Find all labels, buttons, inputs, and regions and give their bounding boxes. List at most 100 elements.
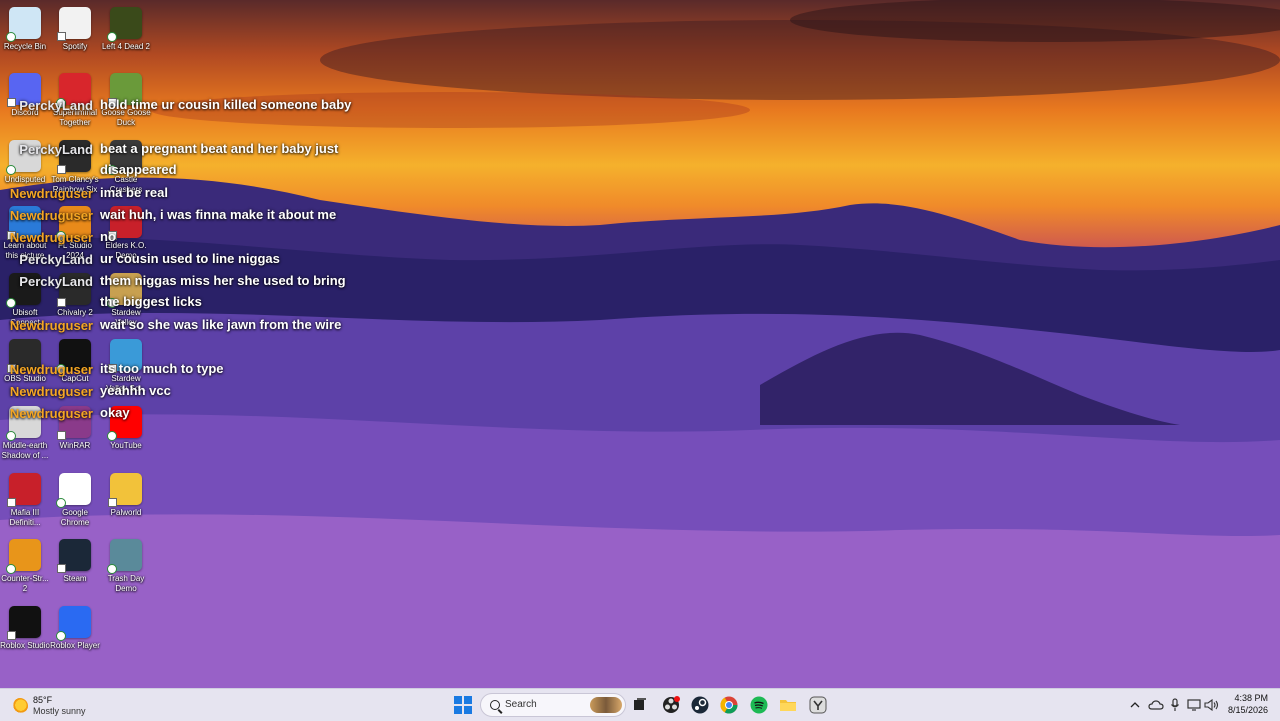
desktop-shortcut[interactable]: Mafia III Definiti...: [0, 470, 50, 528]
weather-condition: Mostly sunny: [33, 706, 86, 716]
taskbar-clock[interactable]: 4:38 PM 8/15/2026: [1228, 692, 1268, 716]
steam-icon: [57, 539, 91, 573]
chat-message: Newdruguser okay: [0, 402, 360, 424]
sync-status-icon: [107, 564, 117, 574]
chat-text: hold time ur cousin killed someone baby: [100, 97, 352, 112]
desktop-shortcut[interactable]: Steam: [50, 536, 100, 584]
chat-username: PerckyLand: [19, 274, 93, 289]
taskbar-obs-button[interactable]: [661, 695, 681, 715]
taskbar-spotify-button[interactable]: [749, 695, 769, 715]
shortcut-arrow-icon: [57, 564, 66, 573]
chat-username: Newdruguser: [9, 230, 93, 245]
desktop-shortcut-label: Left 4 Dead 2: [101, 42, 151, 51]
desktop-shortcut[interactable]: Left 4 Dead 2: [101, 4, 151, 52]
chevron-up-icon: [1130, 702, 1140, 708]
chat-text: them niggas miss her she used to bring t…: [100, 273, 346, 309]
start-button[interactable]: [453, 695, 473, 715]
chat-message: PerckyLand them niggas miss her she used …: [0, 270, 360, 314]
chat-username: Newdruguser: [9, 384, 93, 399]
chat-message: Newdruguser yeahhh vcc: [0, 380, 360, 402]
roblox-player-icon: [56, 606, 91, 641]
steam-icon: [691, 696, 709, 714]
chat-username: Newdruguser: [9, 406, 93, 421]
desktop-shortcut-label: Steam: [63, 574, 87, 583]
obs-icon: [663, 696, 680, 713]
cloud-icon: [1148, 700, 1164, 710]
chat-text: beat a pregnant beat and her baby just d…: [100, 141, 339, 177]
chat-text: no: [100, 229, 116, 244]
desktop-shortcut[interactable]: Recycle Bin: [0, 4, 50, 52]
shortcut-arrow-icon: [57, 32, 66, 41]
taskbar-file-explorer-button[interactable]: [778, 695, 798, 715]
chat-text: wait huh, i was finna make it about me: [100, 207, 337, 222]
spotify-icon: [750, 696, 768, 714]
desktop-shortcut[interactable]: Palworld: [101, 470, 151, 518]
desktop-shortcut[interactable]: Counter-Str... 2: [0, 536, 50, 594]
desktop-shortcut-label: YouTube: [110, 441, 142, 450]
clock-time: 4:38 PM: [1234, 693, 1268, 703]
chat-message: Newdruguser wait so she was like jawn fro…: [0, 314, 360, 358]
desktop-shortcut-label: Trash Day Demo: [107, 574, 145, 593]
sync-status-icon: [6, 564, 16, 574]
sun-icon: [12, 698, 28, 714]
chat-username: PerckyLand: [19, 252, 93, 267]
onedrive-tray-button[interactable]: [1148, 695, 1164, 715]
show-hidden-icons-button[interactable]: [1128, 695, 1142, 715]
chat-message: PerckyLand beat a pregnant beat and her b…: [0, 138, 360, 182]
chat-username: PerckyLand: [19, 142, 93, 157]
chat-message: Newdruguser its too much to type: [0, 358, 360, 380]
desktop-shortcut[interactable]: Roblox Player: [50, 603, 100, 651]
app-icon: [809, 696, 827, 714]
chat-text: its too much to type: [100, 361, 224, 376]
microphone-icon: [1171, 698, 1179, 711]
chat-text: ima be real: [100, 185, 168, 200]
sync-status-icon: [56, 631, 66, 641]
desktop-shortcut-label: Palworld: [110, 508, 142, 517]
search-placeholder: Search: [505, 699, 537, 710]
chat-message: PerckyLand hold time ur cousin killed som…: [0, 94, 360, 138]
spotify-icon: [57, 7, 91, 41]
taskbar-chrome-button[interactable]: [719, 695, 739, 715]
taskbar-app-button[interactable]: [808, 695, 828, 715]
chat-overlay: PerckyLand hold time ur cousin killed som…: [0, 94, 360, 424]
desktop-shortcut-label: Recycle Bin: [3, 42, 47, 51]
recycle-bin-icon: [6, 7, 41, 42]
chat-message: PerckyLand ur cousin used to line niggas: [0, 248, 360, 270]
roblox-studio-icon: [7, 606, 41, 640]
chat-username: Newdruguser: [9, 208, 93, 223]
desktop-shortcut[interactable]: Google Chrome: [50, 470, 100, 528]
desktop-shortcut-label: Roblox Player: [50, 641, 100, 650]
desktop-shortcut-label: Roblox Studio: [0, 641, 50, 650]
chat-message: Newdruguser ima be real: [0, 182, 360, 204]
windows-logo-icon: [454, 696, 472, 714]
sync-status-icon: [6, 431, 16, 441]
speaker-icon: [1204, 699, 1219, 711]
network-icon: [1187, 699, 1201, 711]
task-view-button[interactable]: [630, 695, 650, 715]
desktop-shortcut[interactable]: Roblox Studio: [0, 603, 50, 651]
sync-status-icon: [6, 32, 16, 42]
chrome-icon: [720, 696, 738, 714]
desktop-shortcut[interactable]: Spotify: [50, 4, 100, 52]
network-tray-button[interactable]: [1186, 695, 1202, 715]
chat-text: ur cousin used to line niggas: [100, 251, 280, 266]
chat-username: Newdruguser: [9, 362, 93, 377]
sync-status-icon: [107, 431, 117, 441]
taskbar-search[interactable]: Search: [480, 693, 626, 717]
chat-text: yeahhh vcc: [100, 383, 171, 398]
volume-tray-button[interactable]: [1204, 695, 1220, 715]
chat-username: Newdruguser: [9, 318, 93, 333]
left4dead2-icon: [107, 7, 142, 42]
desktop-shortcut[interactable]: Trash Day Demo: [101, 536, 151, 594]
taskbar-steam-button[interactable]: [690, 695, 710, 715]
chat-message: Newdruguser no: [0, 226, 360, 248]
palworld-icon: [108, 473, 142, 507]
desktop-shortcut-label: Spotify: [62, 42, 88, 51]
desktop-shortcut-label: Middle-earth Shadow of ...: [1, 441, 49, 460]
task-view-icon: [634, 698, 646, 710]
chat-username: Newdruguser: [9, 186, 93, 201]
microphone-tray-button[interactable]: [1168, 695, 1182, 715]
weather-temperature: 85°F: [33, 695, 53, 705]
system-tray: 4:38 PM 8/15/2026: [1120, 689, 1280, 721]
folder-icon: [780, 700, 796, 711]
